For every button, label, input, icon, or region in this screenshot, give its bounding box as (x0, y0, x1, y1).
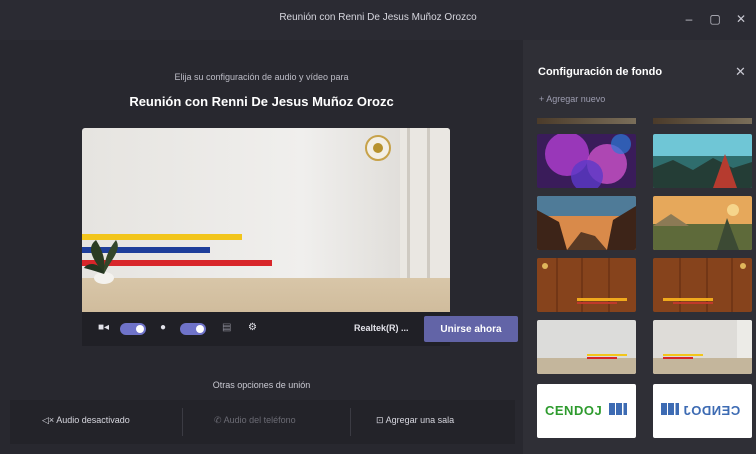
phone-audio-label: Audio del teléfono (223, 415, 296, 425)
background-thumbnail-sunset-canyon[interactable] (537, 196, 636, 250)
background-thumbnail-wood-wall-left[interactable] (537, 258, 636, 312)
flag-stripe-yellow (82, 234, 242, 240)
minimize-icon[interactable]: – (678, 8, 700, 30)
add-room-label: Agregar una sala (385, 415, 455, 425)
background-thumbnail-teal-landscape[interactable] (653, 134, 752, 188)
maximize-icon[interactable]: ▢ (704, 8, 726, 30)
phone-audio-option: ✆ Audio del teléfono (214, 415, 296, 426)
background-thumbnail-white-room-right[interactable] (653, 320, 752, 374)
other-join-options-label: Otras opciones de unión (212, 380, 311, 390)
speaker-off-icon: ◁× (42, 415, 55, 425)
microphone-toggle[interactable] (180, 323, 206, 335)
background-settings-panel: Configuración de fondo ✕ + Agregar nuevo (523, 40, 756, 454)
background-thumbnail-wood-wall-right[interactable] (653, 258, 752, 312)
prejoin-panel: Elija su configuración de audio y vídeo … (0, 40, 523, 454)
cendoj-logo-text: CENDOJ (545, 403, 603, 418)
background-thumbnail-purple[interactable] (537, 134, 636, 188)
add-room-option[interactable]: ⊡ Agregar una sala (376, 415, 454, 426)
audio-off-label: Audio desactivado (56, 415, 130, 425)
camera-toggle[interactable] (120, 323, 146, 335)
partial-thumbnail (537, 118, 636, 124)
divider (350, 408, 351, 436)
join-options-bar: ◁× Audio desactivado ✆ Audio del teléfon… (10, 400, 515, 444)
prejoin-subtitle: Elija su configuración de audio y vídeo … (174, 72, 349, 82)
room-icon: ⊡ (376, 415, 384, 425)
phone-icon: ✆ (214, 415, 222, 425)
close-panel-icon[interactable]: ✕ (735, 64, 746, 80)
background-thumbnail-cendoj[interactable]: CENDOJ (537, 384, 636, 438)
background-thumbnail-cendoj-mirrored[interactable]: CENDOJ (653, 384, 752, 438)
join-now-button[interactable]: Unirse ahora (424, 316, 518, 342)
camera-icon: ■◂ (98, 322, 110, 333)
media-controls: ■◂ ● ▤ ⚙ Realtek(R) ... Unirse ahora (82, 312, 518, 346)
cendoj-logo-mark (661, 403, 679, 415)
divider (182, 408, 183, 436)
close-window-icon[interactable]: ✕ (730, 8, 752, 30)
microphone-icon: ● (160, 322, 167, 333)
background-thumbnail-white-room-left[interactable] (537, 320, 636, 374)
background-effects-icon[interactable]: ▤ (222, 322, 231, 333)
cendoj-logo-text-mirrored: CENDOJ (683, 403, 741, 418)
add-new-background-button[interactable]: + Agregar nuevo (539, 94, 605, 104)
panel-title: Configuración de fondo (538, 66, 663, 78)
cendoj-logo-mark (609, 403, 627, 415)
audio-off-option[interactable]: ◁× Audio desactivado (42, 415, 130, 426)
audio-device-selector[interactable]: Realtek(R) ... (354, 323, 409, 333)
background-thumbnail-fantasy-valley[interactable] (653, 196, 752, 250)
device-settings-icon[interactable]: ⚙ (248, 322, 257, 333)
window-title: Reunión con Renni De Jesus Muñoz Orozco (279, 12, 477, 23)
meeting-title: Reunión con Renni De Jesus Muñoz Orozc (129, 94, 394, 109)
partial-thumbnail (653, 118, 752, 124)
title-bar: Reunión con Renni De Jesus Muñoz Orozco … (0, 0, 756, 40)
